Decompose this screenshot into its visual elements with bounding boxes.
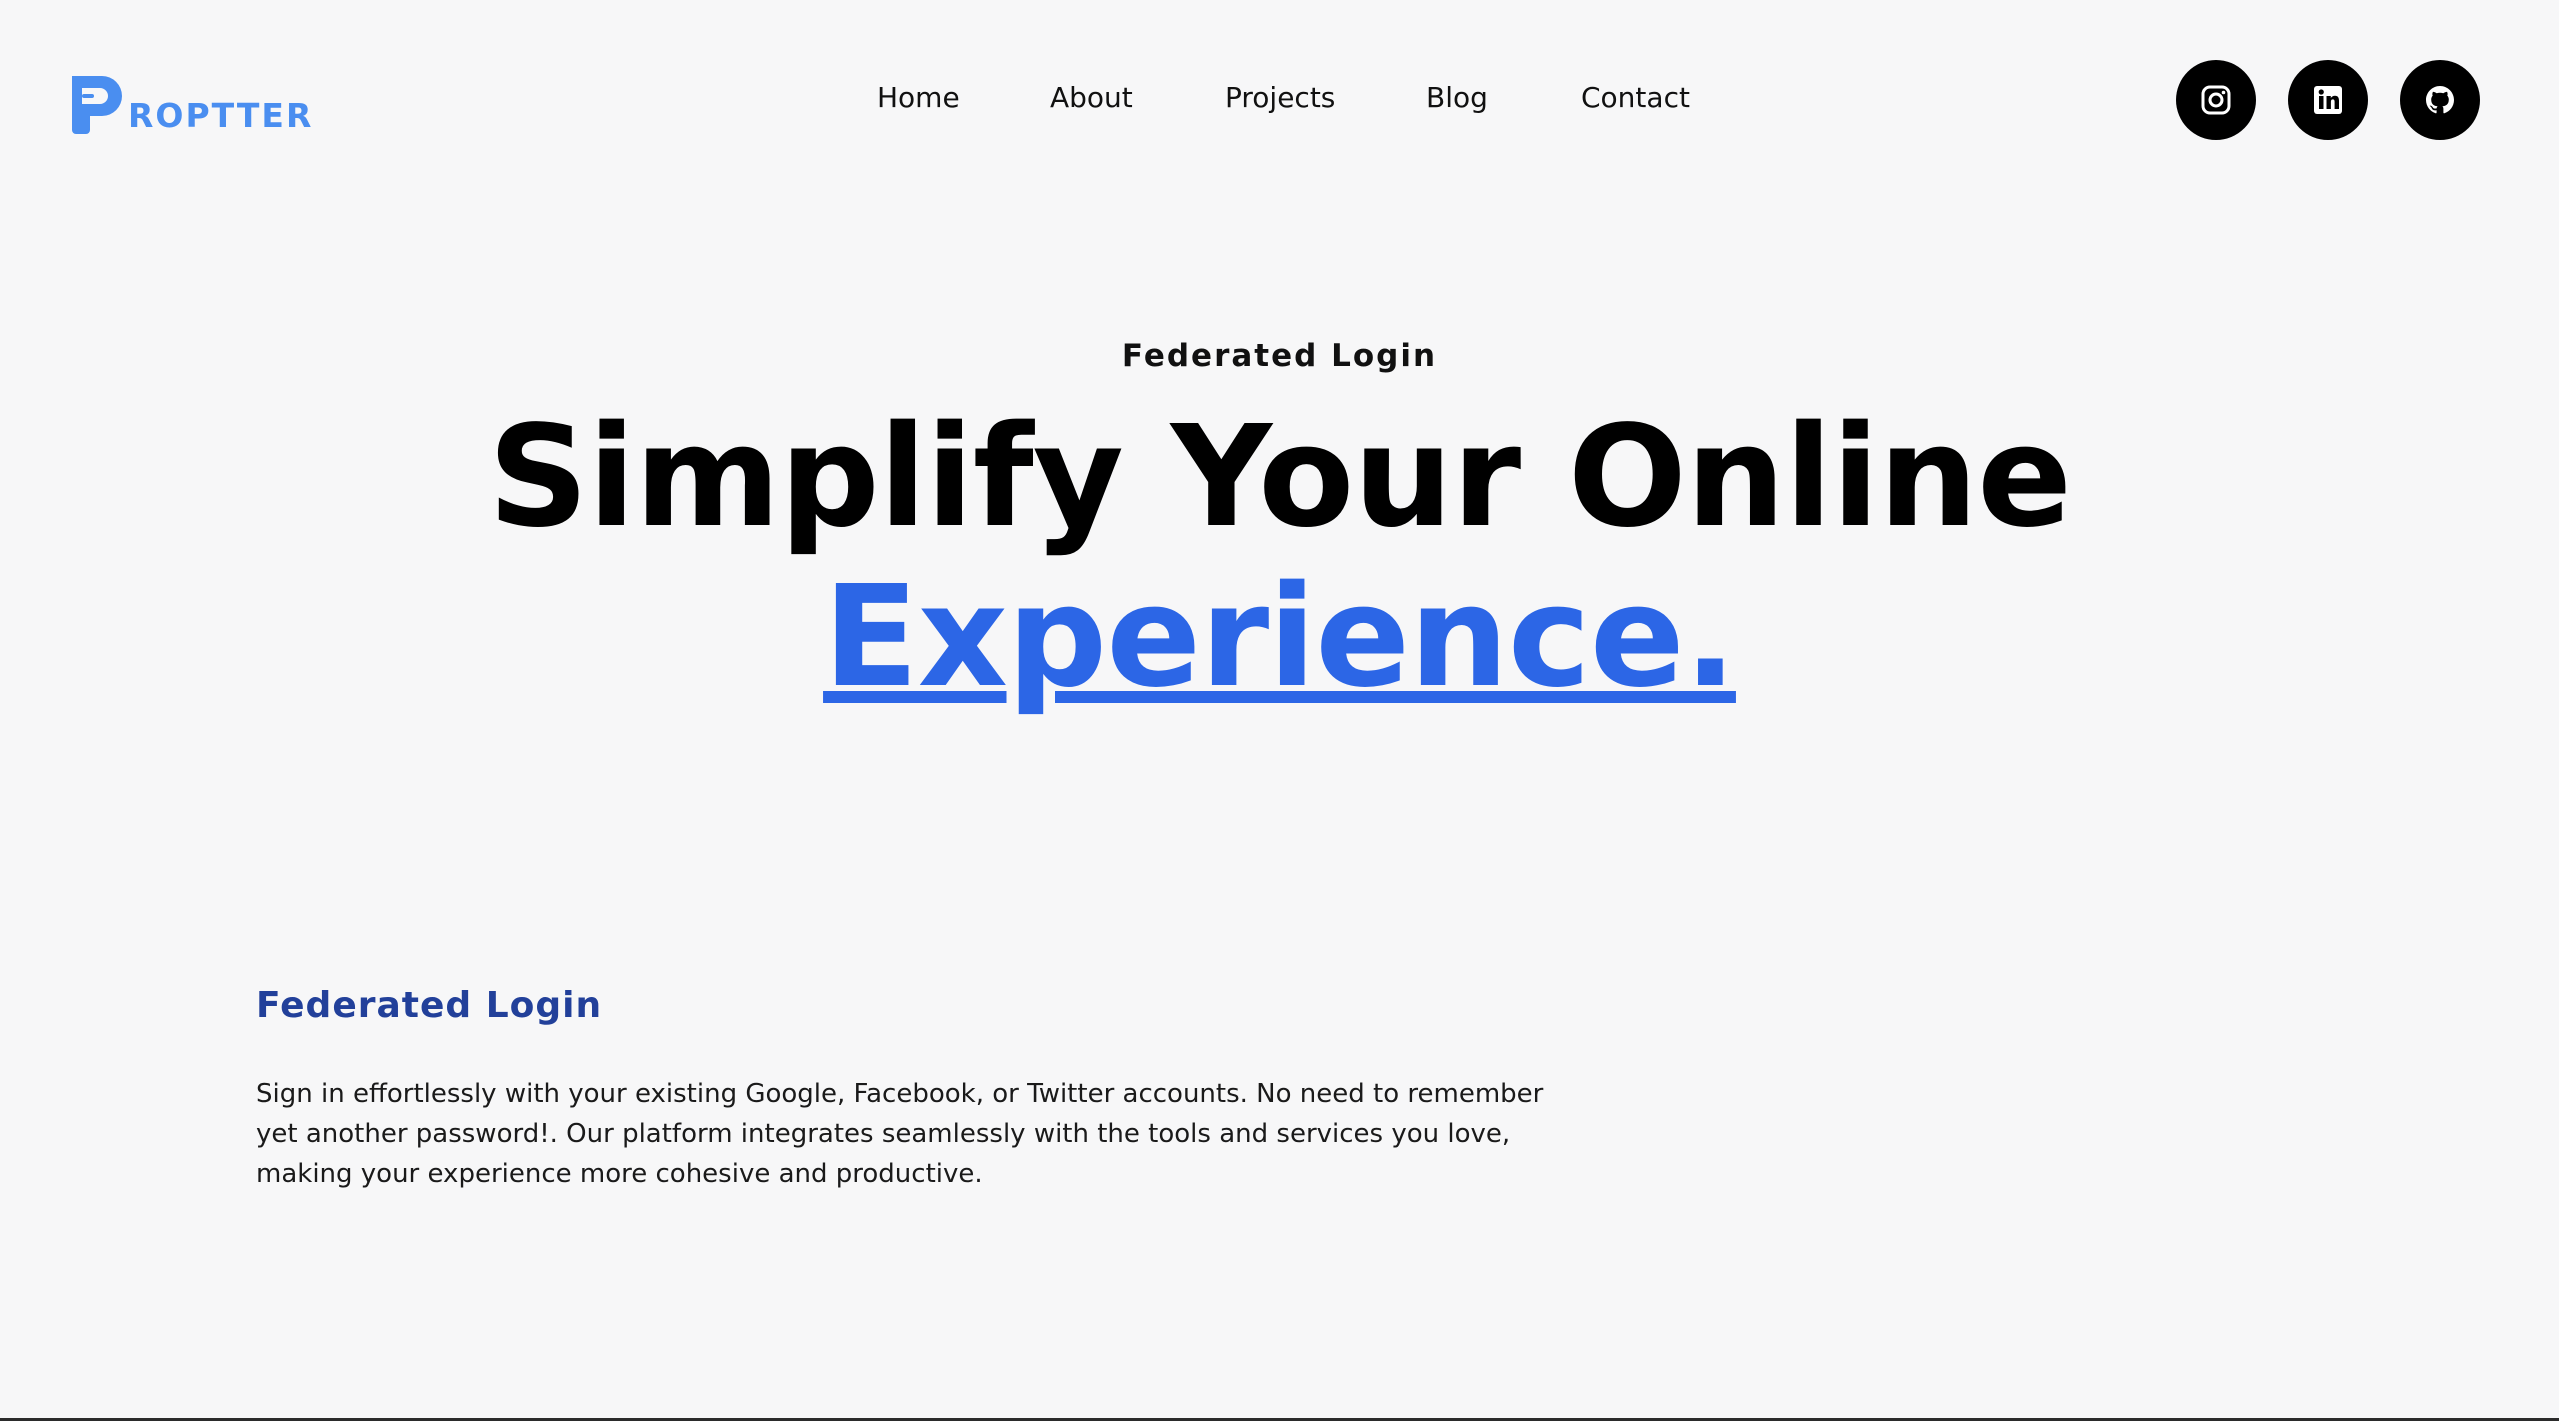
site-header: ROPTTER Home About Projects Blog Contact xyxy=(0,0,2559,200)
feature-heading: Federated Login xyxy=(256,985,603,1026)
landing-page: ROPTTER Home About Projects Blog Contact xyxy=(0,0,2559,1421)
hero-title-line2-wrap: Experience. xyxy=(0,558,2559,718)
linkedin-button[interactable] xyxy=(2288,60,2368,140)
hero-title-highlight: Experience. xyxy=(823,556,1737,719)
linkedin-icon xyxy=(2314,86,2342,114)
hero-title-line1: Simplify Your Online xyxy=(487,396,2072,559)
nav-item-contact[interactable]: Contact xyxy=(1581,76,1690,120)
hero-eyebrow: Federated Login xyxy=(1121,338,1438,374)
instagram-button[interactable] xyxy=(2176,60,2256,140)
nav-item-blog[interactable]: Blog xyxy=(1426,76,1488,120)
github-icon xyxy=(2426,86,2454,114)
github-button[interactable] xyxy=(2400,60,2480,140)
hero-title: Simplify Your Online Experience. xyxy=(0,398,2559,718)
nav-item-about[interactable]: About xyxy=(1050,76,1133,120)
nav-item-home[interactable]: Home xyxy=(877,76,960,120)
feature-description: Sign in effortlessly with your existing … xyxy=(256,1079,1544,1189)
nav-item-projects[interactable]: Projects xyxy=(1225,76,1335,120)
instagram-icon xyxy=(2201,85,2231,115)
